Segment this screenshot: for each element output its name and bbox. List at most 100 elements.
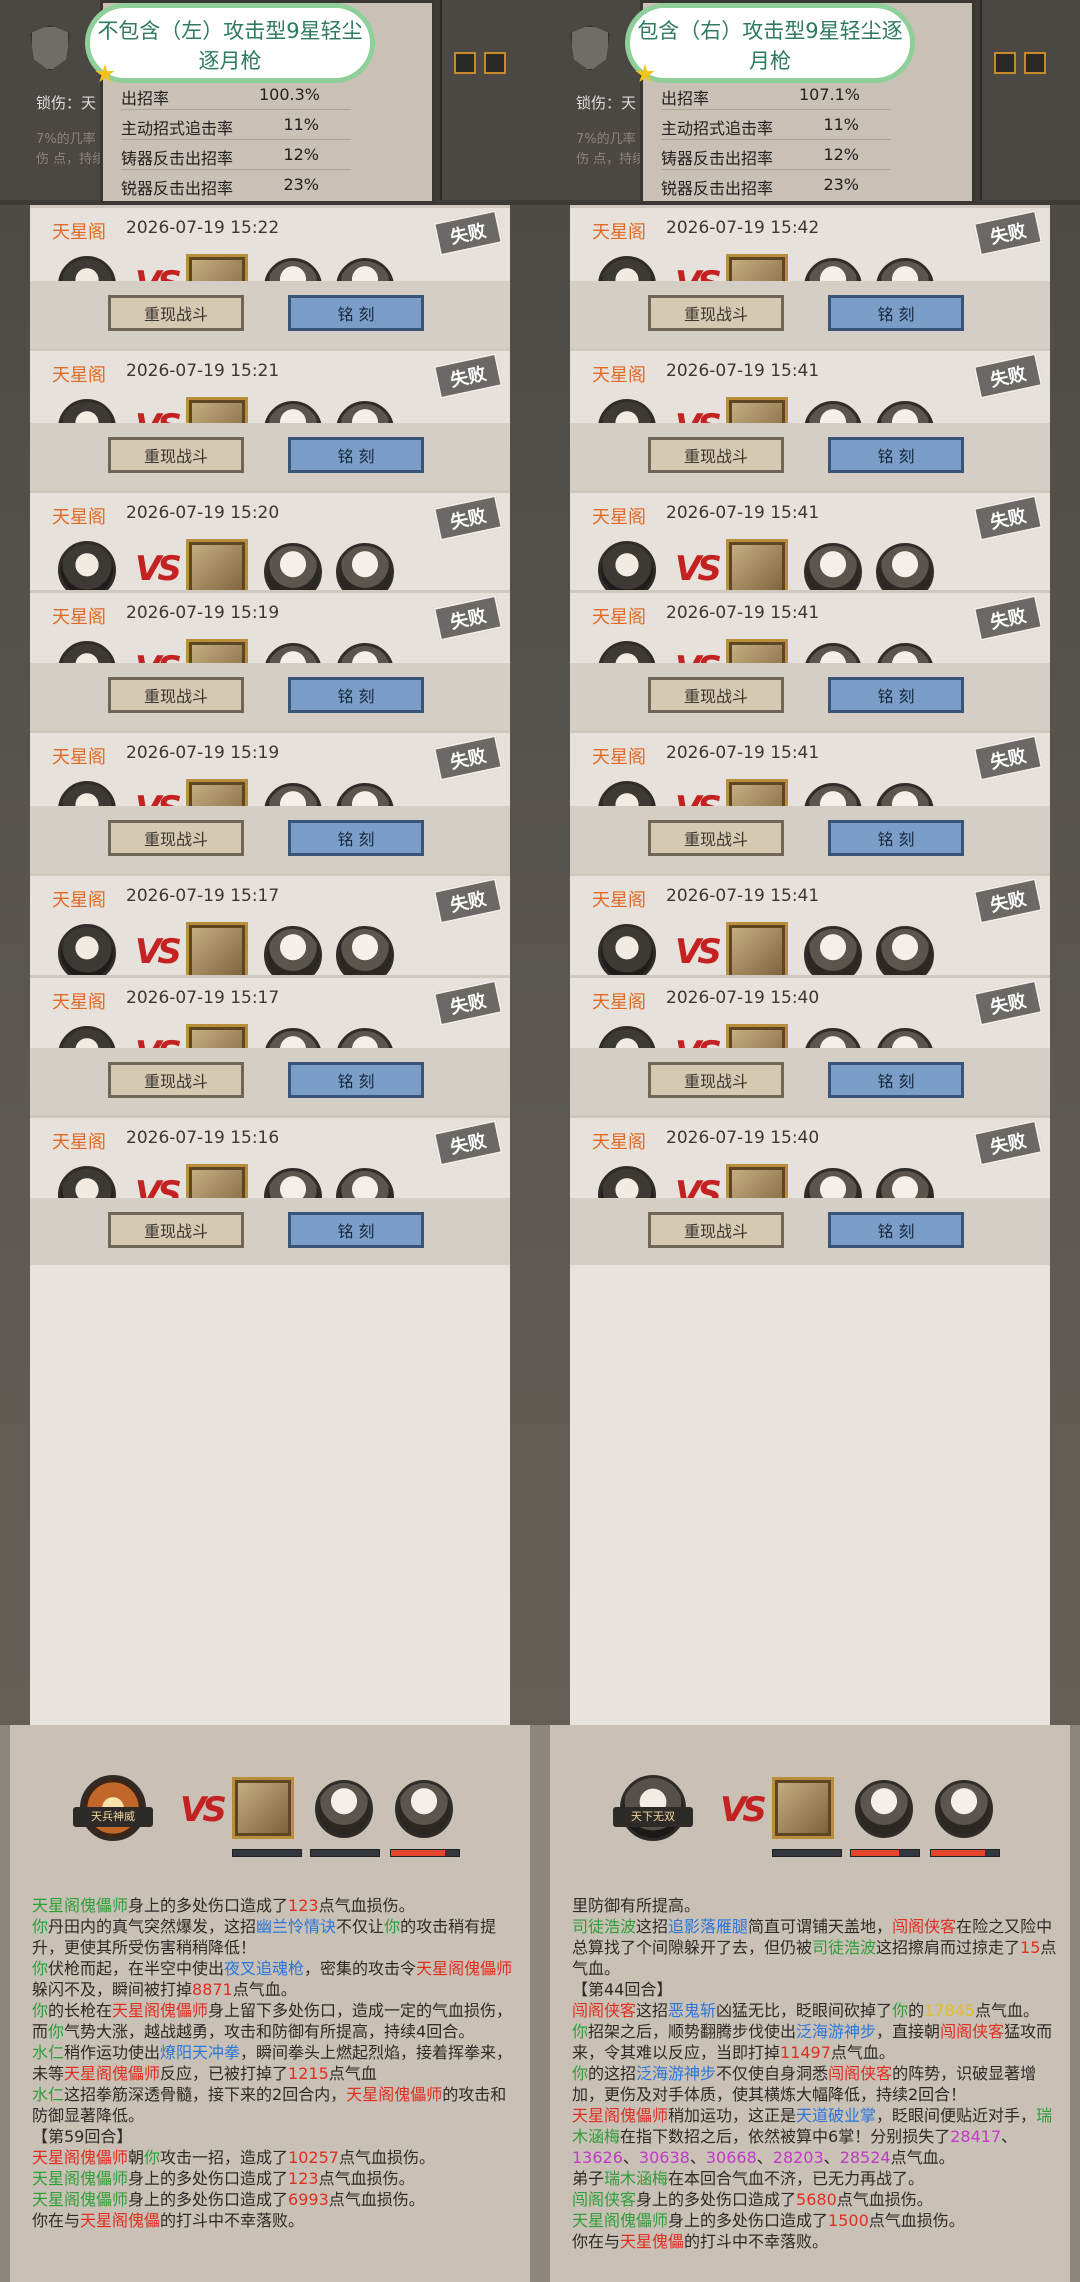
enemy-avatar[interactable]: [804, 543, 862, 590]
enemy-avatar[interactable]: [804, 926, 862, 975]
replay-button[interactable]: 重现战斗: [108, 820, 244, 856]
fail-stamp-icon: 失败: [973, 352, 1043, 400]
log-segment: 28203: [772, 2148, 824, 2167]
engrave-button[interactable]: 铭 刻: [288, 1062, 424, 1098]
log-segment: 、: [756, 2148, 773, 2167]
guild-name: 天星阁: [52, 607, 106, 628]
record-time: 2026-07-19 15:41: [666, 603, 820, 623]
replay-button[interactable]: 重现战斗: [648, 295, 784, 331]
engrave-button[interactable]: 铭 刻: [288, 820, 424, 856]
boss-portrait-icon[interactable]: [726, 922, 788, 975]
log-segment: 天星阁傀儡师: [416, 1959, 513, 1978]
engrave-button[interactable]: 铭 刻: [828, 1212, 964, 1248]
guild-name: 天星阁: [592, 747, 646, 768]
player-avatar[interactable]: [58, 541, 116, 590]
battle-record: 天星阁2026-07-19 15:41失败VS重现战斗铭 刻: [570, 348, 1050, 490]
boss-portrait-icon[interactable]: [186, 922, 248, 975]
stat-value: 12%: [823, 145, 859, 164]
log-segment: 11497: [780, 2043, 831, 2062]
right-right-card: [980, 0, 1080, 200]
log-segment: 司徒浩波: [812, 1938, 877, 1957]
boss-portrait-icon[interactable]: [186, 539, 248, 590]
log-segment: ，密集的攻击令: [304, 1959, 417, 1978]
log-segment: 30668: [705, 2148, 757, 2167]
log-segment: 点气血损伤。: [836, 2190, 933, 2209]
log-line: 水仁这招拳筋深透骨髓，接下来的2回合内，天星阁傀儡师的攻击和防御显著降低。: [32, 2084, 520, 2126]
action-bar: 重现战斗 铭 刻: [570, 1048, 1050, 1115]
engrave-button[interactable]: 铭 刻: [288, 677, 424, 713]
replay-button[interactable]: 重现战斗: [648, 1062, 784, 1098]
replay-button[interactable]: 重现战斗: [108, 437, 244, 473]
boss-portrait-icon[interactable]: [726, 539, 788, 590]
enemy-avatar[interactable]: [935, 1780, 993, 1838]
boss-portrait-icon[interactable]: [232, 1777, 294, 1839]
log-segment: 夜叉追魂枪: [224, 1959, 305, 1978]
record-time: 2026-07-19 15:20: [126, 503, 280, 523]
log-segment: 6993: [288, 2190, 329, 2209]
guild-name: 天星阁: [592, 507, 646, 528]
enemy-avatar[interactable]: [315, 1780, 373, 1838]
log-segment: 不仅使自身洞悉: [716, 2064, 829, 2083]
log-segment: 水仁: [32, 2043, 65, 2062]
engrave-button[interactable]: 铭 刻: [288, 1212, 424, 1248]
battle-record: 天星阁2026-07-19 15:19失败VS重现战斗铭 刻: [30, 590, 510, 730]
log-line: 天星阁傀儡师身上的多处伤口造成了123点气血损伤。: [32, 1895, 520, 1916]
enemy-avatar[interactable]: [876, 543, 934, 590]
player-avatar[interactable]: [58, 924, 116, 975]
badge-icon[interactable]: [454, 52, 476, 74]
log-segment: 追影落雁腿: [668, 1917, 749, 1936]
enemy-avatar[interactable]: [336, 543, 394, 590]
stat-divider: [661, 169, 891, 170]
edit-icon[interactable]: [484, 52, 506, 74]
replay-button[interactable]: 重现战斗: [108, 1212, 244, 1248]
engrave-button[interactable]: 铭 刻: [828, 295, 964, 331]
badge-icon[interactable]: [994, 52, 1016, 74]
enemy-avatar[interactable]: [264, 926, 322, 975]
engrave-button[interactable]: 铭 刻: [828, 677, 964, 713]
guild-name: 天星阁: [52, 992, 106, 1013]
player-avatar[interactable]: [598, 924, 656, 975]
action-bar: 重现战斗 铭 刻: [30, 281, 510, 348]
enemy-avatar[interactable]: [855, 1780, 913, 1838]
record-time: 2026-07-19 15:41: [666, 503, 820, 523]
log-segment: 天星阁傀儡师: [64, 2064, 161, 2083]
engrave-button[interactable]: 铭 刻: [828, 820, 964, 856]
enemy-avatar[interactable]: [395, 1780, 453, 1838]
edit-icon[interactable]: [1024, 52, 1046, 74]
boss-portrait-icon[interactable]: [772, 1777, 834, 1839]
record-time: 2026-07-19 15:41: [666, 361, 820, 381]
engrave-button[interactable]: 铭 刻: [288, 437, 424, 473]
log-segment: 招架之后，顺势翻腾步伐使出: [588, 2022, 797, 2041]
stat-value: 107.1%: [799, 85, 861, 104]
enemy-avatar[interactable]: [876, 926, 934, 975]
fail-stamp-icon: 失败: [973, 877, 1043, 925]
replay-button[interactable]: 重现战斗: [108, 677, 244, 713]
engrave-button[interactable]: 铭 刻: [828, 1062, 964, 1098]
action-bar: 重现战斗 铭 刻: [30, 1048, 510, 1115]
log-segment: 8871: [192, 1980, 233, 1999]
guild-name: 天星阁: [592, 222, 646, 243]
stat-label: 主动招式追击率: [121, 119, 234, 138]
replay-button[interactable]: 重现战斗: [108, 1062, 244, 1098]
player-avatar[interactable]: [598, 541, 656, 590]
record-time: 2026-07-19 15:19: [126, 743, 280, 763]
engrave-button[interactable]: 铭 刻: [288, 295, 424, 331]
log-segment: 闯阁侠客: [572, 2190, 637, 2209]
fail-stamp-icon: 失败: [973, 594, 1043, 642]
engrave-button[interactable]: 铭 刻: [828, 437, 964, 473]
enemy-avatar[interactable]: [264, 543, 322, 590]
replay-button[interactable]: 重现战斗: [648, 820, 784, 856]
battle-record: 天星阁2026-07-19 15:19失败VS重现战斗铭 刻: [30, 730, 510, 873]
fail-stamp-icon: 失败: [433, 352, 503, 400]
action-bar: 重现战斗 铭 刻: [30, 1198, 510, 1265]
log-segment: 1500: [828, 2211, 869, 2230]
replay-button[interactable]: 重现战斗: [648, 437, 784, 473]
log-segment: 你: [32, 1959, 49, 1978]
replay-button[interactable]: 重现战斗: [108, 295, 244, 331]
log-line: 闯阁侠客这招恶鬼斩凶猛无比，眨眼间砍掉了你的17845点气血。: [572, 2000, 1060, 2021]
enemy-avatar[interactable]: [336, 926, 394, 975]
stat-row: 锐器反击出招率 23%: [121, 171, 321, 201]
replay-button[interactable]: 重现战斗: [648, 1212, 784, 1248]
stat-row: 出招率 100.3%: [121, 81, 321, 111]
replay-button[interactable]: 重现战斗: [648, 677, 784, 713]
